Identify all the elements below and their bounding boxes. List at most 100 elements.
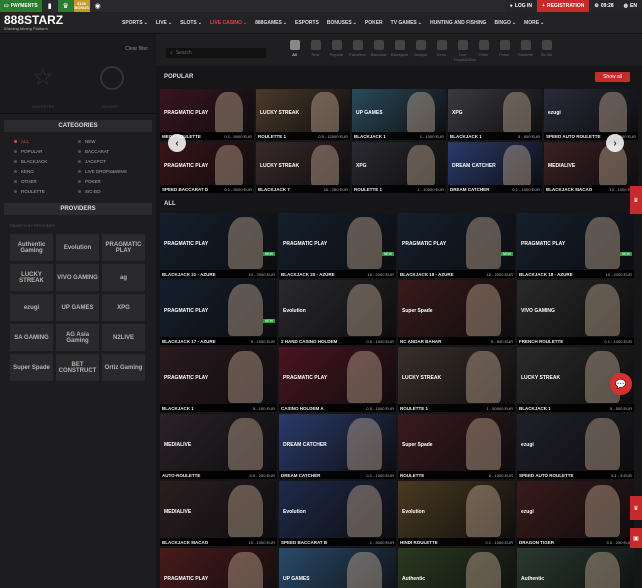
game-tile[interactable]: UP GAMES BLACKJACK 1 1 - 1000 EUR xyxy=(352,89,446,140)
provider-logo[interactable]: AG Asia Gaming xyxy=(56,324,99,351)
game-tile[interactable]: UP GAMES xyxy=(279,548,396,588)
logo[interactable]: 888STARZ iGaming Mining Platform xyxy=(0,12,118,34)
game-tile[interactable]: Super Spade NC ANDAR BAHAR 5 - 500 EUR xyxy=(398,280,515,345)
provider-logo[interactable]: Super Spade xyxy=(10,354,53,381)
provider-logo[interactable]: ag xyxy=(102,264,145,291)
nav-item[interactable]: SLOTS ⌄ xyxy=(176,20,206,26)
game-tile[interactable]: PRAGMATIC PLAY BLACKJACK 1 5 - 100 EUR xyxy=(160,347,277,412)
category-item[interactable]: SIC-BO xyxy=(78,188,142,195)
game-tile[interactable]: PRAGMATIC PLAY xyxy=(160,548,277,588)
game-tile[interactable]: LUCKY STREAK BLACKJACK 7 10 - 250 EUR xyxy=(256,142,350,193)
filter-tab[interactable]: Keno xyxy=(433,40,450,62)
nav-item[interactable]: MORE ⌄ xyxy=(520,20,548,26)
nav-item[interactable]: POKER xyxy=(361,20,387,26)
game-tile[interactable]: Evolution SPEED BACCARAT B 1 - 5000 EUR xyxy=(279,481,396,546)
clock-icon[interactable] xyxy=(100,66,124,90)
provider-logo[interactable]: LUCKY STREAK xyxy=(10,264,53,291)
provider-logo[interactable]: PRAGMATIC PLAY xyxy=(102,234,145,261)
category-item[interactable]: POKER xyxy=(78,178,142,185)
bonus-badge[interactable]: €100 BONUS xyxy=(73,0,90,12)
game-tile[interactable]: Authentic xyxy=(517,548,634,588)
game-tile[interactable]: Super Spade ROULETTE 5 - 1000 EUR xyxy=(398,414,515,479)
nav-item[interactable]: BINGO ⌄ xyxy=(490,20,520,26)
nav-item[interactable]: LIVE ⌄ xyxy=(152,20,176,26)
star-icon[interactable]: ☆ xyxy=(32,66,56,90)
game-tile[interactable]: PRAGMATIC PLAY NEW BLACKJACK 18 - AZURE 10 … xyxy=(517,213,634,278)
nav-item[interactable]: LIVE CASINO ⌄ xyxy=(206,20,251,26)
settings-time[interactable]: ⚙ 09:28 xyxy=(589,0,619,12)
show-all-button[interactable]: Show all xyxy=(595,72,630,82)
filter-tab[interactable]: Live Drops&Wins xyxy=(454,40,476,62)
nav-item[interactable]: SPORTS ⌄ xyxy=(118,20,152,26)
game-tile[interactable]: ezugi DRAGON TIGER 0.5 - 200 EUR xyxy=(517,481,634,546)
registration-button[interactable]: + REGISTRATION xyxy=(537,0,590,12)
category-item[interactable]: ALL xyxy=(14,138,78,145)
provider-logo[interactable]: Evolution xyxy=(56,234,99,261)
carousel-next-arrow[interactable]: › xyxy=(606,134,624,152)
game-tile[interactable]: LUCKY STREAK ROULETTE 1 0.5 - 12000 EUR xyxy=(256,89,350,140)
game-tile[interactable]: XPG BLACKJACK 1 5 - 500 EUR xyxy=(448,89,542,140)
filter-tab[interactable]: All xyxy=(286,40,303,62)
game-tile[interactable]: PRAGMATIC PLAY CASINO HOLDEM A 0.5 - 1000 … xyxy=(279,347,396,412)
filter-tab[interactable]: New xyxy=(307,40,324,62)
filter-tab[interactable]: Roulette xyxy=(517,40,534,62)
filter-tab[interactable]: Poker xyxy=(496,40,513,62)
game-tile[interactable]: LUCKY STREAK ROULETTE 1 1 - 50000 EUR xyxy=(398,347,515,412)
side-trophy-button[interactable]: ♛ xyxy=(630,186,642,214)
provider-logo[interactable]: SA GAMING xyxy=(10,324,53,351)
category-item[interactable]: BACCARAT xyxy=(78,148,142,155)
category-item[interactable]: POPULAR xyxy=(14,148,78,155)
game-tile[interactable]: DREAM CATCHER DREAM CATCHER 0.1 - 1000 EUR xyxy=(448,142,542,193)
category-item[interactable]: BLACKJACK xyxy=(14,158,78,165)
game-tile[interactable]: Evolution 2 HAND CASINO HOLDEM 0.5 - 1000 … xyxy=(279,280,396,345)
provider-logo[interactable]: ezugi xyxy=(10,294,53,321)
provider-logo[interactable]: Authentic Gaming xyxy=(10,234,53,261)
login-button[interactable]: ● LOG IN xyxy=(504,0,538,12)
side-trophy-button-2[interactable]: ♛ xyxy=(630,496,642,520)
nav-item[interactable]: HUNTING AND FISHING xyxy=(426,20,490,26)
game-tile[interactable]: PRAGMATIC PLAY MEGA ROULETTE 0.1 - 5000 EU… xyxy=(160,89,254,140)
game-tile[interactable]: PRAGMATIC PLAY NEW BLACKJACK 17 - AZURE 5 -… xyxy=(160,280,277,345)
game-tile[interactable]: PRAGMATIC PLAY NEW BLACKJACK 21 - AZURE 10 … xyxy=(160,213,277,278)
category-item[interactable]: JACKPOT xyxy=(78,158,142,165)
game-tile[interactable]: MEDIALIVE AUTO-ROULETTE 0.5 - 200 EUR xyxy=(160,414,277,479)
provider-logo[interactable]: BET CONSTRUCT xyxy=(56,354,99,381)
side-gift-button[interactable]: ▣ xyxy=(630,528,642,548)
provider-logo[interactable]: Ortiz Gaming xyxy=(102,354,145,381)
nav-item[interactable]: BONUSES ⌄ xyxy=(323,20,361,26)
game-tile[interactable]: PRAGMATIC PLAY NEW BLACKJACK 20 - AZURE 10 … xyxy=(279,213,396,278)
category-item[interactable]: LIVE DROPS&WINS xyxy=(78,168,142,175)
filter-tab[interactable]: Other xyxy=(475,40,492,62)
category-item[interactable]: ROULETTE xyxy=(14,188,78,195)
filter-tab[interactable]: Sic-Bo xyxy=(538,40,555,62)
filter-tab[interactable]: Favorites xyxy=(349,40,366,62)
search-input[interactable]: ⌕ Search xyxy=(166,48,266,58)
filter-tab[interactable]: Blackjack xyxy=(391,40,408,62)
carousel-prev-arrow[interactable]: ‹ xyxy=(168,134,186,152)
nav-item[interactable]: 888GAMES ⌄ xyxy=(251,20,291,26)
category-item[interactable]: NEW xyxy=(78,138,142,145)
game-tile[interactable]: DREAM CATCHER DREAM CATCHER 0.1 - 1000 EUR xyxy=(279,414,396,479)
game-tile[interactable]: PRAGMATIC PLAY NEW BLACKJACK 19 - AZURE 10 … xyxy=(398,213,515,278)
filter-tab[interactable]: Jackpot xyxy=(412,40,429,62)
nav-item[interactable]: ESPORTS xyxy=(291,20,323,26)
filter-tab[interactable]: Popular xyxy=(328,40,345,62)
provider-search-input[interactable]: SEARCH BY PROVIDER xyxy=(10,221,146,230)
game-tile[interactable]: MEDIALIVE BLACKJACK MACAO 10 - 1000 EUR xyxy=(160,481,277,546)
payments-button[interactable]: ▭ PAYMENTS xyxy=(0,0,42,12)
category-item[interactable]: KENO xyxy=(14,168,78,175)
category-item[interactable]: OTHER xyxy=(14,178,78,185)
stats-icon[interactable]: ▮ xyxy=(42,0,58,12)
language-select[interactable]: ◍ EN xyxy=(618,0,642,12)
game-tile[interactable]: MEDIALIVE BLACKJACK MACAO 10 - 1000 EUR xyxy=(544,142,638,193)
android-icon[interactable]: ◉ xyxy=(90,0,106,12)
chat-icon[interactable]: 💬 xyxy=(610,373,632,395)
provider-logo[interactable]: XPG xyxy=(102,294,145,321)
provider-logo[interactable]: VIVO GAMING xyxy=(56,264,99,291)
game-tile[interactable]: ezugi SPEED AUTO ROULETTE 0.1 - 5 EUR xyxy=(517,414,634,479)
game-tile[interactable]: Evolution HINDI ROULETTE 0.1 - 1000 EUR xyxy=(398,481,515,546)
trophy-icon[interactable]: ♛ xyxy=(57,0,74,12)
filter-tab[interactable]: Baccarat xyxy=(370,40,387,62)
game-tile[interactable]: ezugi SPEED AUTO ROULETTE 1 - 1000 EUR xyxy=(544,89,638,140)
game-tile[interactable]: XPG ROULETTE 1 1 - 10000 EUR xyxy=(352,142,446,193)
